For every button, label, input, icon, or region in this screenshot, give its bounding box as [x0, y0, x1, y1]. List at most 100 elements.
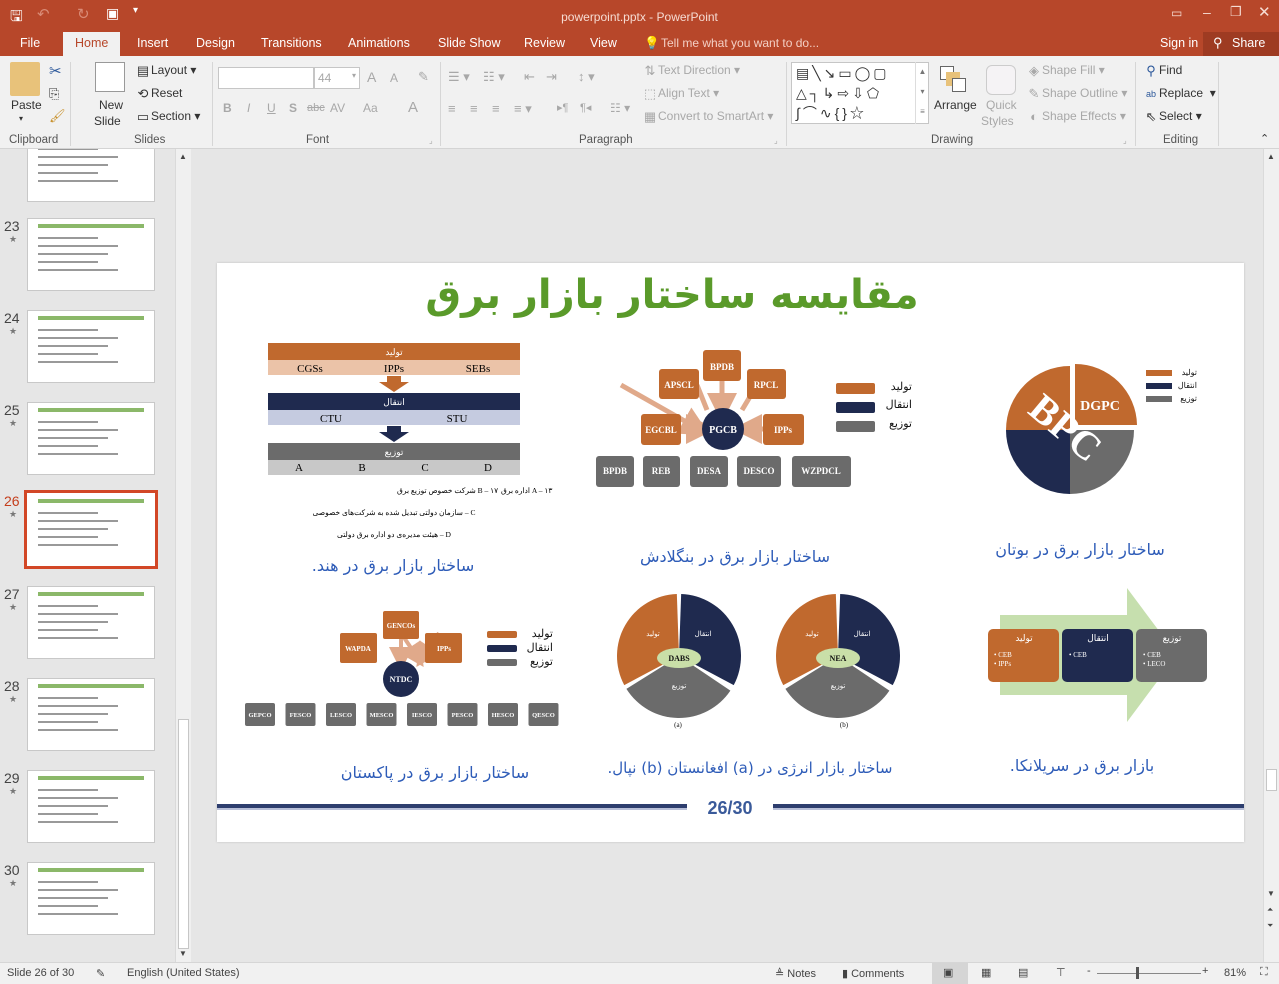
quick-styles-label[interactable]: Styles	[981, 114, 1014, 128]
numbering-icon[interactable]: ☷ ▾	[483, 69, 505, 85]
rtl-icon[interactable]: ¶◂	[580, 101, 591, 114]
tell-me-input[interactable]: Tell me what you want to do...	[661, 36, 819, 50]
zoom-out-button[interactable]: -	[1087, 965, 1091, 977]
arrange-icon[interactable]	[940, 66, 966, 94]
sign-in-link[interactable]: Sign in	[1160, 36, 1198, 50]
slide-thumbnail[interactable]	[27, 402, 155, 475]
tab-animations[interactable]: Animations	[348, 36, 410, 50]
next-slide-icon[interactable]: ⏷	[1267, 921, 1273, 931]
zoom-in-button[interactable]: +	[1202, 965, 1208, 977]
font-size-input[interactable]: 44 ▾	[314, 67, 360, 89]
decrease-indent-icon[interactable]: ⇤	[524, 69, 535, 85]
slide-thumbnail[interactable]	[27, 678, 155, 751]
quick-styles-icon[interactable]	[986, 65, 1016, 95]
slide-show-icon[interactable]: ⊤	[1056, 966, 1066, 979]
collapse-ribbon-icon[interactable]: ⌃	[1260, 132, 1269, 145]
quick-styles-button[interactable]: Quick	[986, 98, 1017, 112]
reading-view-icon[interactable]: ▤	[1018, 966, 1028, 979]
tab-insert[interactable]: Insert	[137, 36, 168, 50]
section-button[interactable]: ▭ Section ▾	[135, 109, 201, 125]
character-spacing-button[interactable]: AV	[330, 101, 345, 115]
minimize-icon[interactable]: –	[1203, 4, 1211, 20]
scroll-down-icon[interactable]: ▼	[1267, 889, 1275, 898]
language-indicator[interactable]: English (United States)	[127, 967, 240, 979]
tab-design[interactable]: Design	[196, 36, 235, 50]
normal-view-button[interactable]: ▣	[932, 963, 968, 984]
text-direction-button[interactable]: ⇅ Text Direction ▾	[642, 63, 741, 79]
align-right-icon[interactable]: ≡	[492, 101, 500, 116]
close-icon[interactable]: ✕	[1258, 3, 1271, 21]
grow-font-button[interactable]: A	[367, 69, 376, 85]
thumbnails-scrollbar[interactable]: ▲ ▼	[175, 149, 191, 962]
align-text-button[interactable]: ⬚ Align Text ▾	[642, 86, 719, 102]
slide-thumbnail[interactable]	[27, 770, 155, 843]
increase-indent-icon[interactable]: ⇥	[546, 69, 557, 85]
share-button[interactable]: ⚲ Share	[1203, 32, 1279, 56]
paragraph-dialog-launcher-icon[interactable]: ⌟	[774, 136, 778, 145]
italic-button[interactable]: I	[247, 101, 250, 115]
font-dialog-launcher-icon[interactable]: ⌟	[429, 136, 433, 145]
slide-scrollbar[interactable]: ▲ ▼ ⏶ ⏷	[1263, 149, 1279, 962]
comments-button[interactable]: ▮ Comments	[842, 967, 904, 980]
previous-slide-icon[interactable]: ⏶	[1267, 905, 1273, 915]
copy-icon[interactable]: ⎘	[49, 86, 59, 102]
zoom-slider[interactable]	[1097, 973, 1201, 974]
slide-thumbnail[interactable]	[27, 218, 155, 291]
layout-button[interactable]: ▤ Layout ▾	[135, 63, 197, 79]
spell-check-icon[interactable]: ✎	[96, 967, 105, 980]
shape-outline-button[interactable]: ✎ Shape Outline ▾	[1026, 86, 1128, 102]
shrink-font-button[interactable]: A	[390, 71, 398, 85]
tab-slide-show[interactable]: Slide Show	[438, 36, 501, 50]
columns-icon[interactable]: ☷ ▾	[610, 101, 630, 115]
bold-button[interactable]: B	[223, 101, 232, 115]
notes-button[interactable]: ≜ Notes	[775, 967, 816, 980]
slide-sorter-icon[interactable]: ▦	[981, 966, 991, 979]
line-spacing-icon[interactable]: ↕ ▾	[578, 69, 595, 85]
tab-transitions[interactable]: Transitions	[261, 36, 322, 50]
paste-button[interactable]: Paste	[11, 98, 42, 112]
change-case-button[interactable]: Aa	[363, 101, 378, 115]
slide-thumbnail[interactable]	[24, 490, 158, 569]
paste-icon[interactable]	[10, 62, 40, 96]
slide-scroll-thumb[interactable]	[1266, 769, 1277, 791]
align-center-icon[interactable]: ≡	[470, 101, 478, 116]
ribbon-display-icon[interactable]: ▭	[1171, 6, 1182, 20]
shape-fill-button[interactable]: ◈ Shape Fill ▾	[1026, 63, 1105, 79]
tab-review[interactable]: Review	[524, 36, 565, 50]
font-color-button[interactable]: A	[408, 99, 418, 116]
bullets-icon[interactable]: ☰ ▾	[448, 69, 470, 85]
font-name-input[interactable]	[218, 67, 314, 89]
scroll-up-icon[interactable]: ▲	[1267, 152, 1275, 161]
clear-formatting-icon[interactable]: ✎	[418, 69, 429, 85]
slide-thumbnail[interactable]	[27, 586, 155, 659]
replace-button[interactable]: ab Replace ▾	[1143, 86, 1216, 102]
justify-icon[interactable]: ≡ ▾	[514, 101, 532, 117]
fit-slide-icon[interactable]: ⛶	[1260, 966, 1268, 979]
ltr-icon[interactable]: ▸¶	[557, 101, 568, 114]
strikethrough-button[interactable]: abc	[307, 102, 325, 114]
tab-view[interactable]: View	[590, 36, 617, 50]
slide-thumbnail[interactable]	[27, 149, 155, 202]
arrange-button[interactable]: Arrange	[934, 98, 977, 112]
align-left-icon[interactable]: ≡	[448, 101, 456, 116]
convert-smartart-button[interactable]: ▦ Convert to SmartArt ▾	[642, 109, 774, 125]
tab-file[interactable]: File	[20, 36, 40, 50]
shape-effects-button[interactable]: ◐ Shape Effects ▾	[1026, 109, 1126, 125]
slide-thumbnail[interactable]	[27, 310, 155, 383]
find-button[interactable]: ⚲ Find	[1143, 63, 1182, 79]
restore-icon[interactable]: ❐	[1230, 4, 1242, 20]
zoom-slider-thumb[interactable]	[1136, 967, 1139, 979]
reset-button[interactable]: ⟲ Reset	[135, 86, 183, 102]
slide-thumbnail[interactable]	[27, 862, 155, 935]
scroll-down-icon[interactable]: ▼	[179, 949, 187, 958]
cut-icon[interactable]: ✂	[49, 62, 62, 80]
zoom-level[interactable]: 81%	[1224, 967, 1246, 979]
thumbnails-scroll-thumb[interactable]	[178, 719, 189, 949]
slide-canvas[interactable]: مقایسه ساختار بازار برق تولید CGSs IPPs …	[217, 263, 1244, 842]
new-slide-button[interactable]: New	[99, 98, 123, 112]
shadow-button[interactable]: S	[289, 101, 297, 115]
shapes-gallery[interactable]: ▤╲↘▭◯▢ △┐↳⇨⇩⬠ ∫⌒∿{}☆	[791, 62, 929, 124]
new-slide-label[interactable]: Slide	[94, 114, 121, 128]
select-button[interactable]: ⇖ Select ▾	[1143, 109, 1202, 125]
underline-button[interactable]: U	[267, 101, 276, 115]
